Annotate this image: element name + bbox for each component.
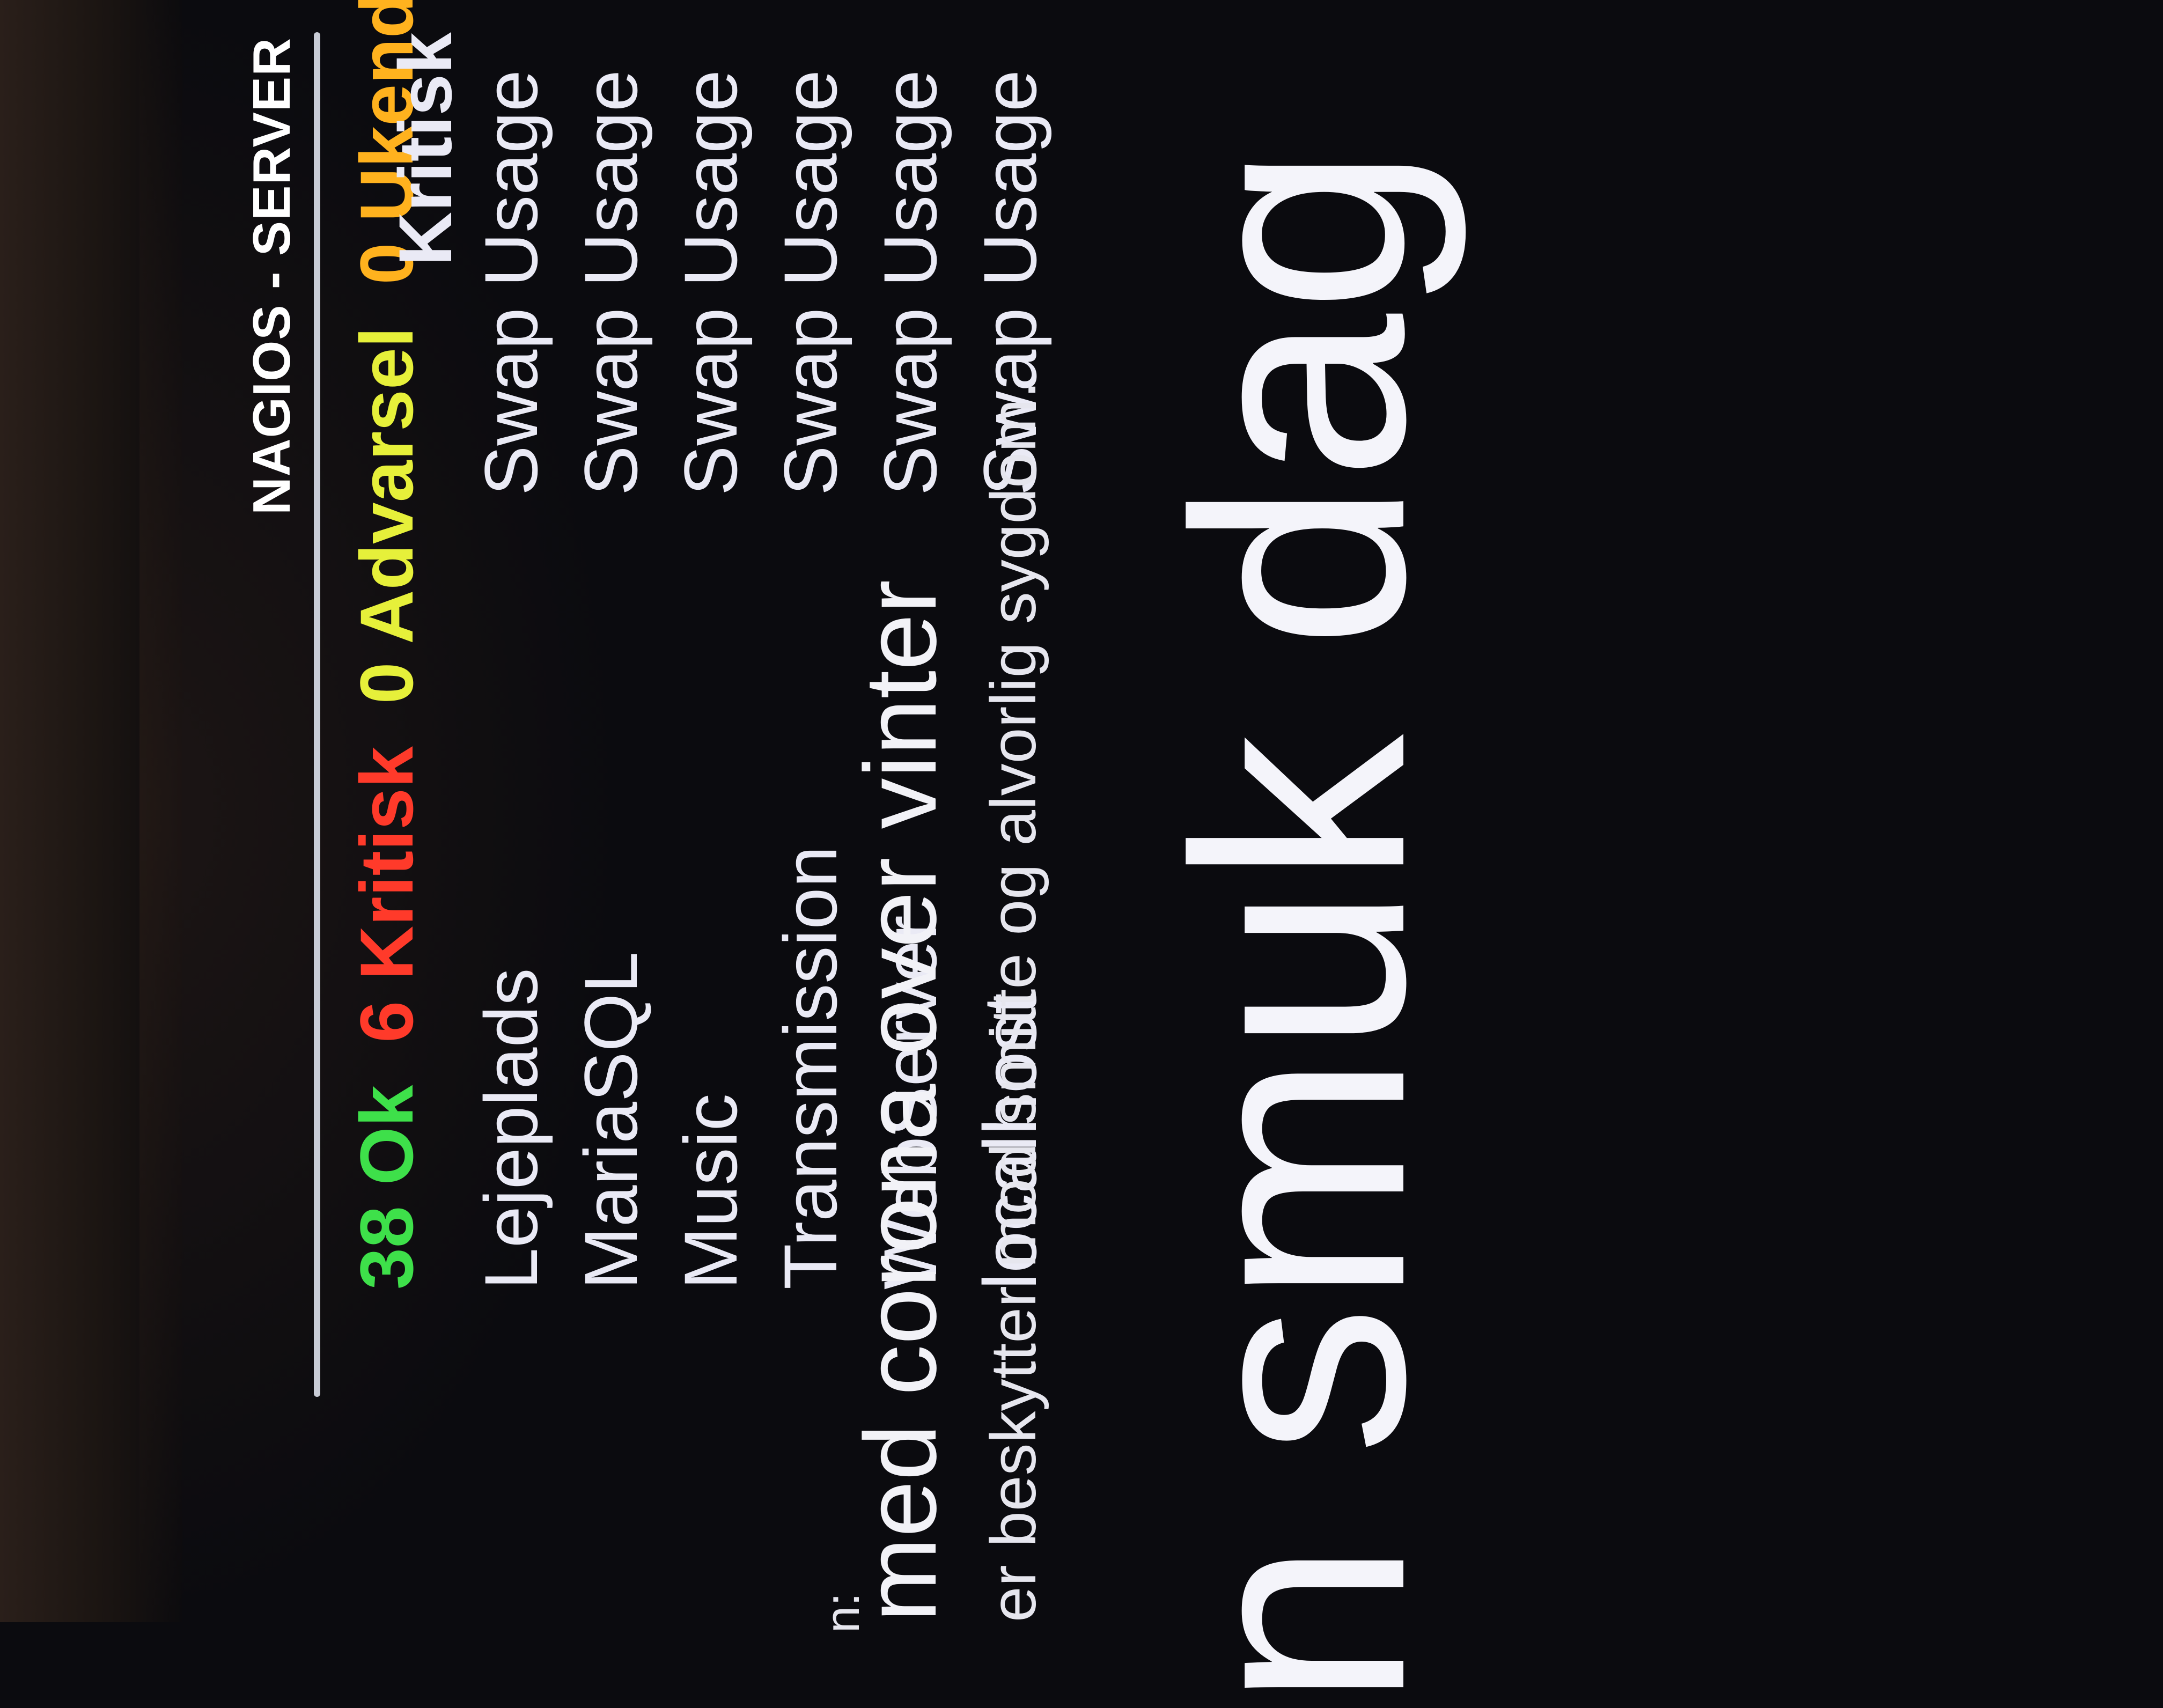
- news-subtitle: er beskytter mod smitte og alvorlig sygd…: [977, 380, 1049, 1622]
- host-name: Lejeplads: [469, 968, 553, 1290]
- news-headline: med corona over vinter: [844, 579, 958, 1622]
- status-column: Kritisk: [376, 32, 475, 266]
- service-name: Swap Usage: [868, 70, 952, 496]
- nagios-title: NAGIOS - SERVER: [242, 38, 301, 515]
- status-header: Kritisk: [383, 32, 467, 266]
- greeting-text: n smuk dag: [1131, 144, 1467, 1708]
- host-column: Lejeplads MariaSQL Music Transmission We…: [461, 846, 1060, 1290]
- summary-ok: 38 Ok: [344, 1085, 429, 1290]
- service-name: Swap Usage: [569, 70, 653, 496]
- host-name: Music: [668, 1093, 753, 1290]
- service-name: Swap Usage: [668, 70, 753, 496]
- service-name: Swap Usage: [469, 70, 553, 496]
- summary-critical: 6 Kritisk: [344, 746, 429, 1043]
- dashboard-screen: NAGIOS - SERVER 38 Ok 6 Kritisk 0 Advars…: [182, 0, 2163, 1708]
- title-divider: [314, 32, 320, 1397]
- host-name: MariaSQL: [569, 951, 653, 1290]
- service-name: Swap Usage: [768, 70, 852, 496]
- summary-warning: 0 Advarsel: [344, 327, 429, 704]
- service-column: Swap Usage Swap Usage Swap Usage Swap Us…: [461, 70, 1060, 496]
